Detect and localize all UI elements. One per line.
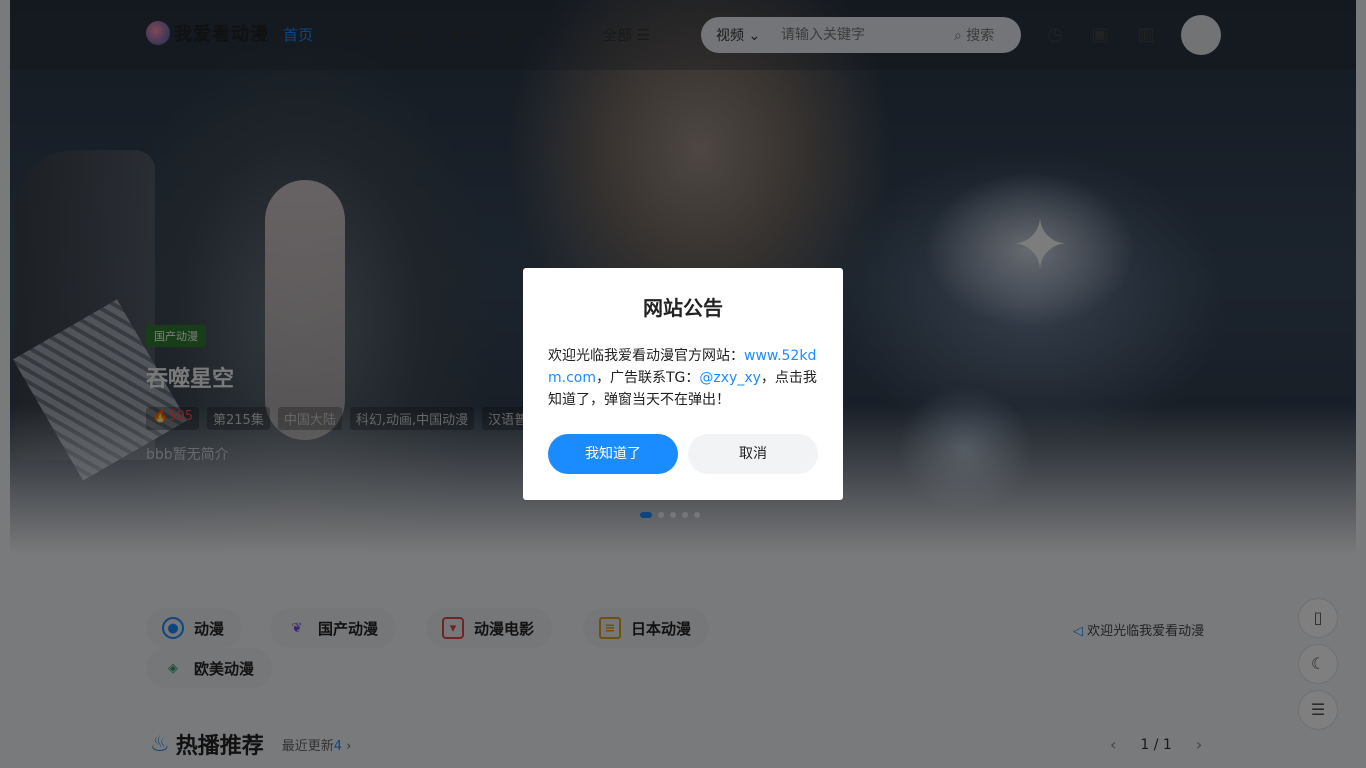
dialog-title: 网站公告	[643, 296, 723, 320]
dialog-body: 欢迎光临我爱看动漫官方网站：www.52kdm.com，广告联系TG：@zxy_…	[548, 348, 817, 408]
acknowledge-button[interactable]: 我知道了	[548, 434, 678, 474]
announcement-dialog: 网站公告 欢迎光临我爱看动漫官方网站：www.52kdm.com，广告联系TG：…	[523, 268, 843, 500]
dialog-buttons: 我知道了 取消	[548, 434, 818, 474]
cancel-button[interactable]: 取消	[688, 434, 818, 474]
telegram-link[interactable]: @zxy_xy	[699, 370, 761, 386]
